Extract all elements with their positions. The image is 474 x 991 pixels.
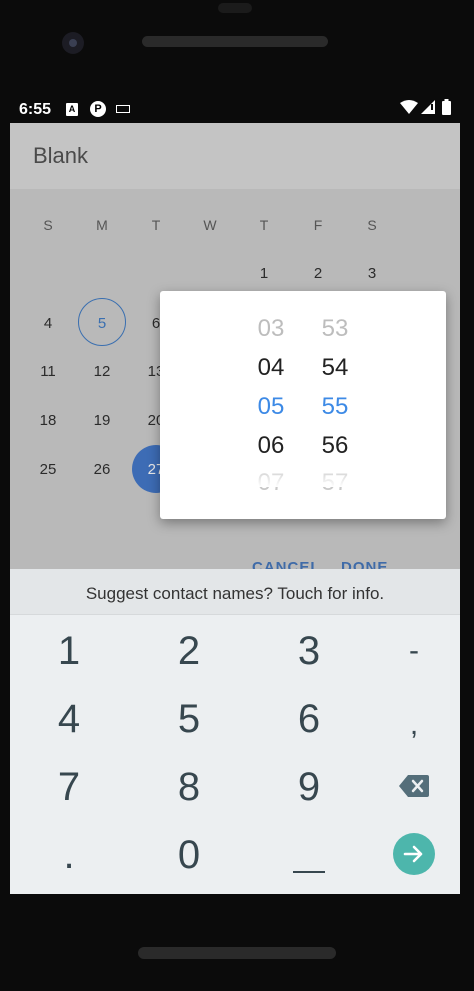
calendar-day[interactable]: 11 (33, 363, 63, 380)
key-3[interactable]: 3 (274, 621, 344, 681)
battery-icon (442, 99, 451, 115)
minute-option[interactable]: 53 (310, 315, 360, 343)
hour-option[interactable]: 04 (246, 354, 296, 382)
backspace-icon[interactable] (399, 775, 429, 797)
hour-option[interactable]: 06 (246, 432, 296, 460)
calendar-day-today[interactable]: 5 (87, 315, 117, 332)
key-8[interactable]: 8 (154, 757, 224, 817)
key-4[interactable]: 4 (34, 689, 104, 749)
calendar-day[interactable]: 18 (33, 412, 63, 429)
calendar-day[interactable]: 3 (357, 265, 387, 282)
picker-fade (160, 467, 446, 487)
app-bar: Blank (10, 123, 460, 189)
front-camera (62, 32, 84, 54)
calendar-day[interactable]: 12 (87, 363, 117, 380)
time-picker-dialog: 03 04 05 06 07 53 54 55 56 57 (160, 291, 446, 519)
key-1[interactable]: 1 (34, 621, 104, 681)
calendar-day[interactable]: 2 (303, 265, 333, 282)
numeric-keyboard: Suggest contact names? Touch for info. 1… (10, 569, 460, 894)
suggestion-text: Suggest contact names? Touch for info. (85, 584, 385, 603)
key-dot[interactable]: . (34, 825, 104, 885)
calendar-day[interactable]: 4 (33, 315, 63, 332)
weekday-tue: T (151, 217, 161, 233)
calendar-day[interactable]: 25 (33, 461, 63, 478)
a-notification-icon: A (66, 103, 78, 116)
key-5[interactable]: 5 (154, 689, 224, 749)
wifi-icon (400, 100, 418, 114)
p-notification-icon: P (90, 101, 106, 117)
top-slot (218, 3, 252, 13)
sim-card-icon (116, 105, 130, 113)
key-9[interactable]: 9 (274, 757, 344, 817)
signal-icon (421, 100, 435, 114)
hour-option[interactable]: 03 (246, 315, 296, 343)
key-comma[interactable]: , (379, 695, 449, 755)
key-0[interactable]: 0 (154, 825, 224, 885)
weekday-thu: T (259, 217, 269, 233)
minute-option[interactable]: 56 (310, 432, 360, 460)
key-2[interactable]: 2 (154, 621, 224, 681)
enter-button[interactable] (393, 833, 435, 875)
suggestion-bar[interactable]: Suggest contact names? Touch for info. (10, 569, 460, 615)
key-dash[interactable]: - (379, 621, 449, 681)
minute-option[interactable]: 54 (310, 354, 360, 382)
calendar-day[interactable]: 1 (249, 265, 279, 282)
key-6[interactable]: 6 (274, 689, 344, 749)
key-7[interactable]: 7 (34, 757, 104, 817)
weekday-wed: W (203, 217, 217, 233)
minute-option-selected[interactable]: 55 (310, 393, 360, 421)
status-time: 6:55 (19, 101, 52, 118)
weekday-mon: M (96, 217, 108, 233)
bottom-speaker (138, 947, 336, 959)
status-bar: 6:55 A P (10, 95, 460, 123)
phone-frame: 6:55 A P Blank S M T W T F S 1 2 3 4 5 6… (0, 0, 474, 991)
hour-option-selected[interactable]: 05 (246, 393, 296, 421)
weekday-sun: S (43, 217, 53, 233)
app-screen: Blank S M T W T F S 1 2 3 4 5 6 11 12 13… (10, 123, 460, 894)
calendar-day[interactable]: 19 (87, 412, 117, 429)
app-title: Blank (33, 143, 89, 168)
earpiece-speaker (142, 36, 328, 47)
arrow-right-icon (403, 845, 423, 863)
space-key[interactable] (293, 871, 325, 873)
calendar-day[interactable]: 26 (87, 461, 117, 478)
weekday-sat: S (367, 217, 377, 233)
weekday-fri: F (313, 217, 323, 233)
